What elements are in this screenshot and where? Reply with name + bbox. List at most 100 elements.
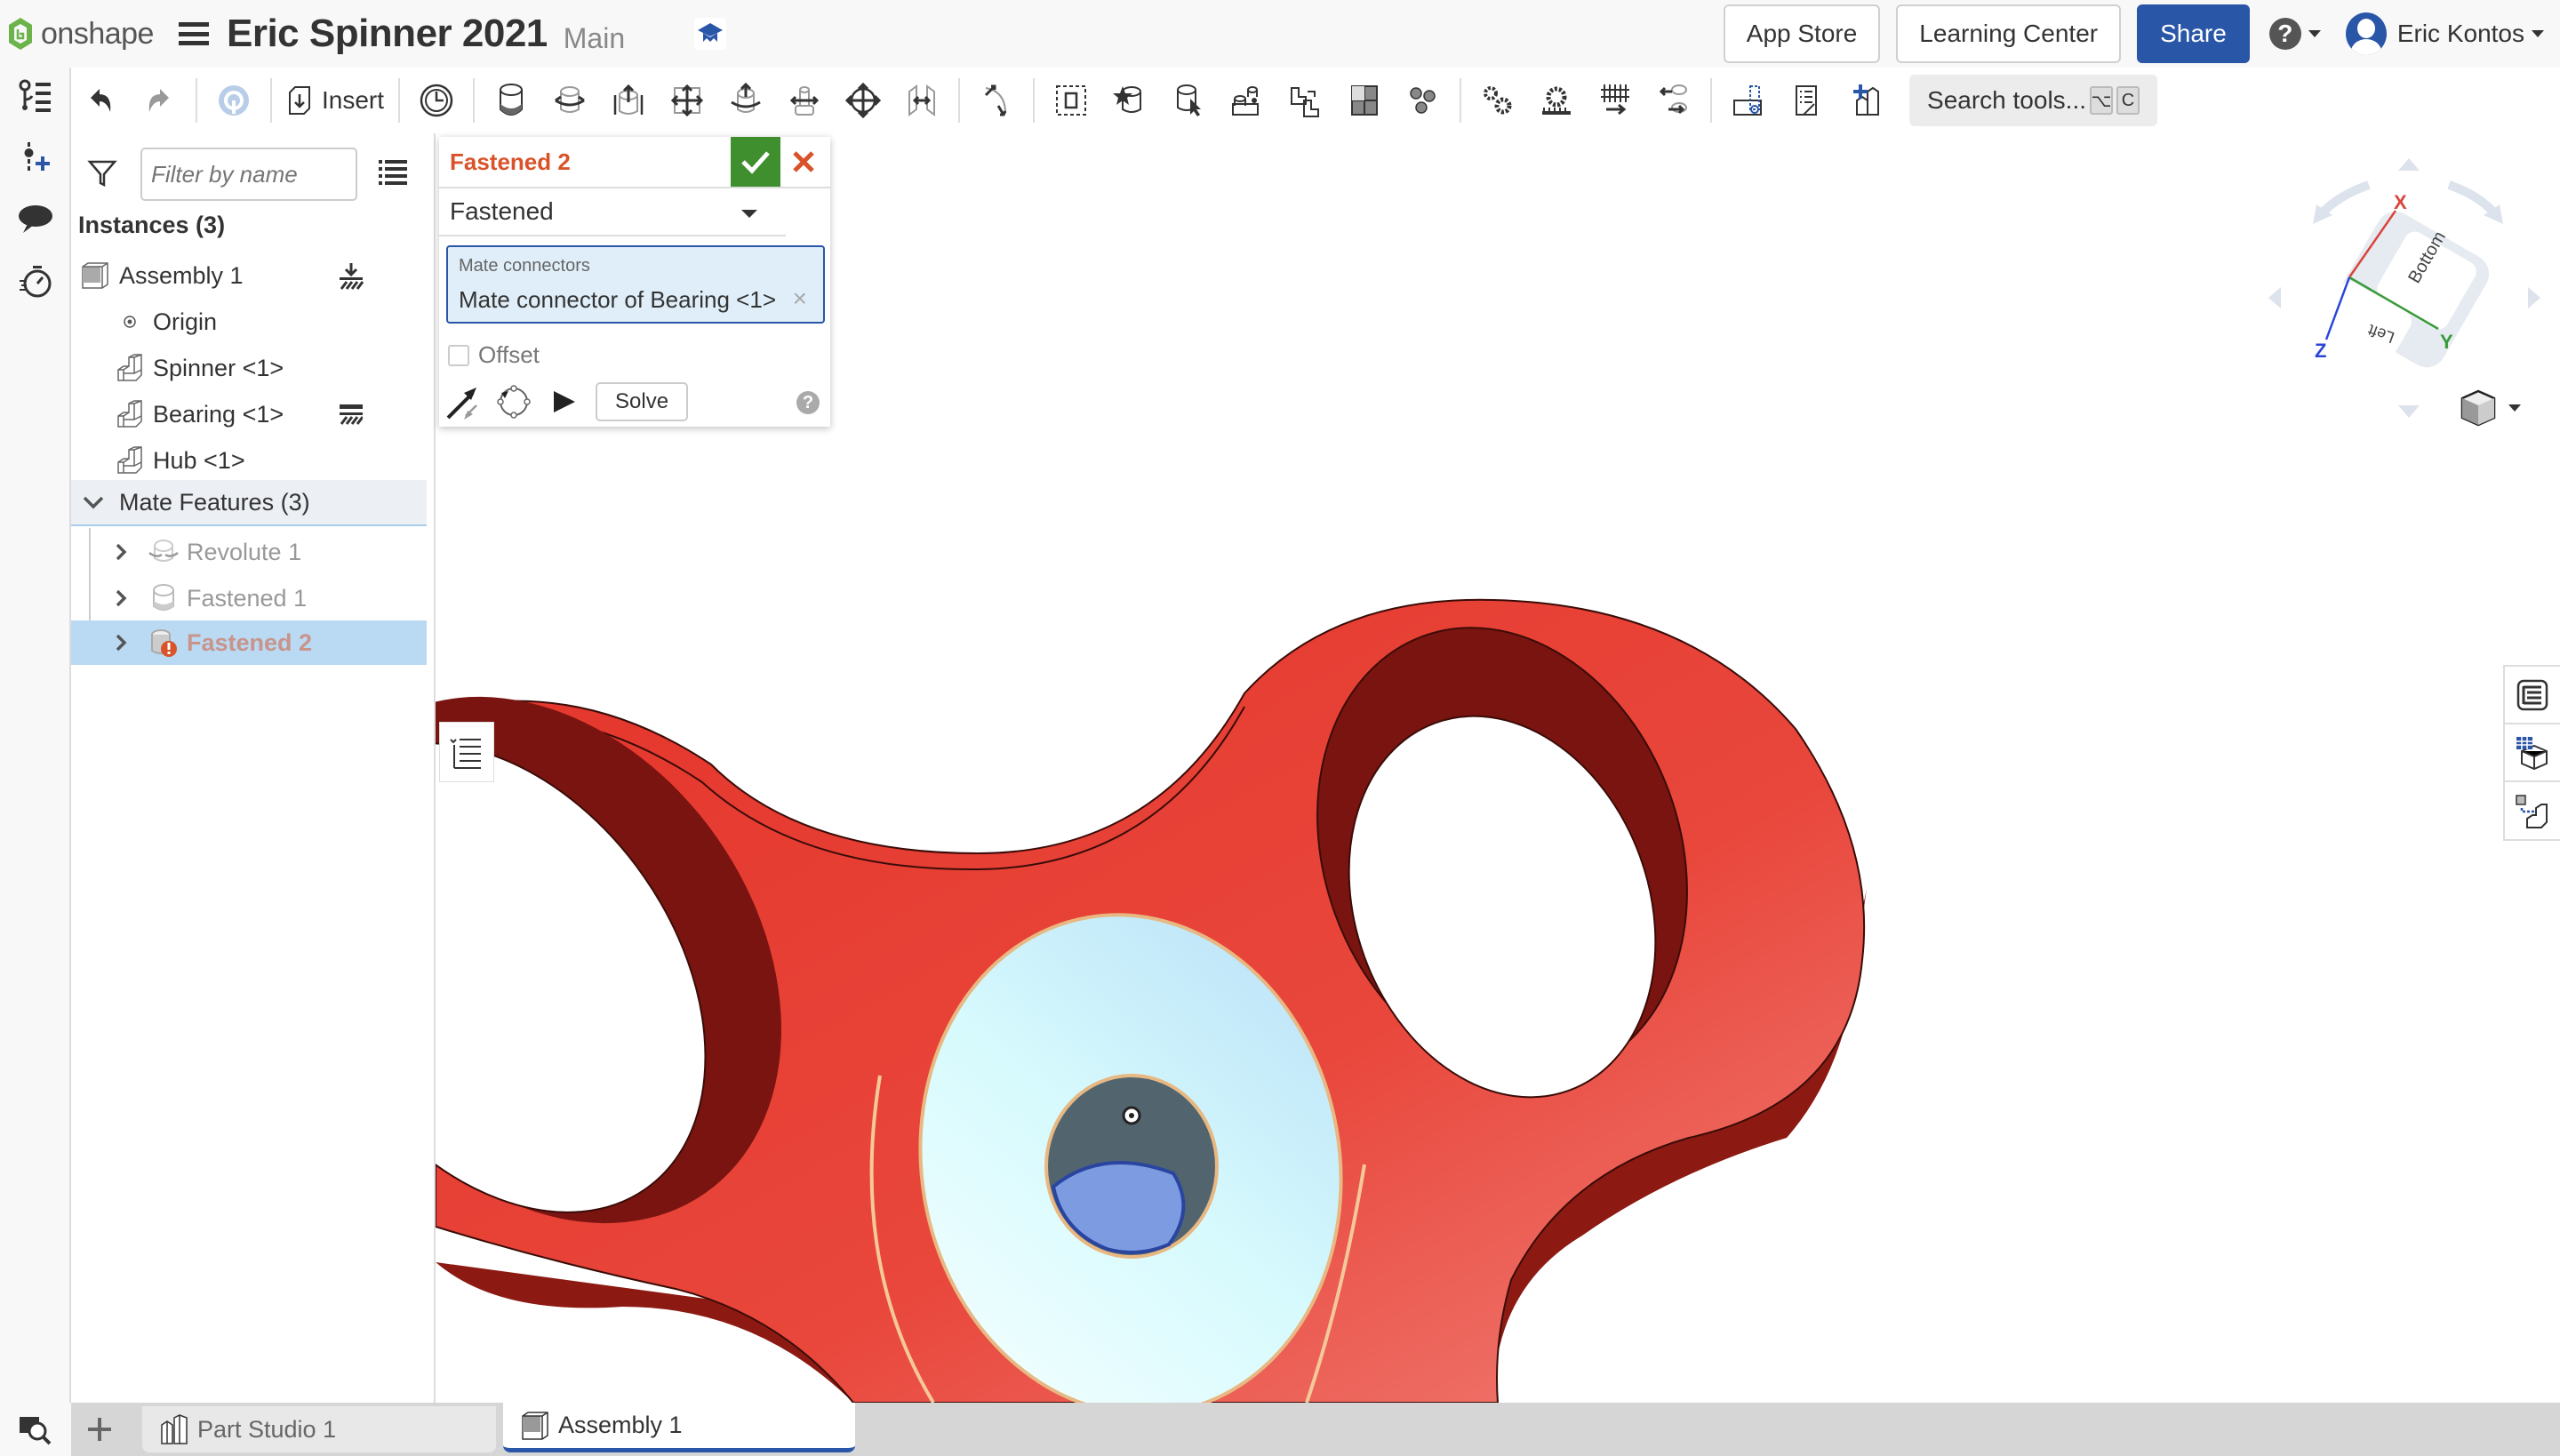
mate-connector-icon[interactable] [1105, 76, 1155, 125]
onshape-logo[interactable]: onshape [7, 17, 154, 52]
instance-label: Origin [153, 308, 218, 335]
named-positions-icon[interactable] [412, 76, 461, 125]
explode-icon[interactable] [1281, 76, 1331, 125]
feature-list-icon[interactable] [16, 76, 55, 116]
insert-part-icon[interactable] [1841, 76, 1891, 125]
document-title[interactable]: Eric Spinner 2021 [227, 12, 548, 56]
insert-button[interactable]: Insert [286, 85, 384, 116]
revolute-mate-icon[interactable] [545, 76, 595, 125]
gear-relation-icon[interactable] [1473, 76, 1523, 125]
mate-connectors-field[interactable]: Mate connectors Mate connector of Bearin… [446, 245, 825, 324]
revolute-mate-icon [148, 537, 180, 567]
search-tools-input[interactable]: Search tools... ⌥ C [1909, 75, 2158, 126]
view-options-menu[interactable] [2460, 389, 2521, 427]
onshape-render-icon[interactable] [209, 76, 259, 125]
performance-icon[interactable] [16, 261, 55, 300]
learning-cap-icon[interactable] [694, 18, 727, 50]
instance-bearing[interactable]: Bearing <1> [71, 391, 436, 437]
checkmark-icon [741, 151, 770, 174]
user-menu[interactable]: Eric Kontos [2345, 12, 2544, 55]
rack-pinion-icon[interactable] [1532, 76, 1581, 125]
screw-relation-icon[interactable] [1590, 76, 1640, 125]
chevron-right-icon[interactable] [110, 632, 132, 653]
chevron-right-icon[interactable] [110, 541, 132, 563]
chevron-down-icon [2308, 30, 2321, 37]
fastened-mate-icon[interactable] [486, 76, 536, 125]
parallel-mate-icon[interactable] [897, 76, 947, 125]
filter-icon[interactable] [87, 158, 117, 193]
slider-mate-icon[interactable] [604, 76, 653, 125]
comments-icon[interactable] [16, 201, 55, 240]
instance-hub[interactable]: Hub <1> [71, 437, 436, 484]
dialog-actions: Solve ? [446, 382, 823, 421]
grounded-icon[interactable] [340, 403, 363, 426]
group-icon[interactable] [1046, 76, 1096, 125]
bom-panel-icon[interactable] [2505, 724, 2560, 782]
pin-slot-mate-icon[interactable] [780, 76, 829, 125]
remove-selection-icon[interactable]: × [793, 284, 807, 313]
tangent-mate-icon[interactable] [972, 76, 1021, 125]
linear-relation-icon[interactable] [1649, 76, 1699, 125]
origin-icon [121, 315, 139, 329]
help-menu[interactable]: ? [2268, 18, 2321, 50]
appearance-panel-icon[interactable] [2505, 667, 2560, 724]
mate-connector-axis-icon[interactable] [1724, 76, 1773, 125]
accept-button[interactable] [731, 137, 780, 187]
outline-toggle-icon[interactable] [439, 722, 494, 782]
help-icon[interactable]: ? [796, 391, 820, 414]
planar-mate-icon[interactable] [662, 76, 712, 125]
branch-name[interactable]: Main [564, 22, 625, 55]
mate-type-select[interactable]: Fastened [439, 188, 786, 236]
offset-checkbox[interactable] [448, 344, 469, 366]
filter-by-name-input[interactable] [140, 148, 357, 201]
mate-feature-fastened-1[interactable]: Fastened 1 [71, 576, 427, 620]
tab-assembly-1[interactable]: Assembly 1 [503, 1403, 855, 1452]
play-animation-icon[interactable] [546, 384, 581, 420]
share-button[interactable]: Share [2137, 4, 2250, 63]
gear-relation-cluster-icon[interactable] [1398, 76, 1448, 125]
instance-origin[interactable]: Origin [71, 299, 436, 345]
chevron-down-icon[interactable] [80, 489, 107, 516]
cylindrical-mate-icon[interactable] [721, 76, 771, 125]
tab-label: Part Studio 1 [197, 1415, 337, 1443]
fixed-icon[interactable] [338, 261, 364, 290]
app-store-button[interactable]: App Store [1723, 4, 1881, 63]
bom-table-icon[interactable] [1340, 76, 1389, 125]
roll-right-arrow [2447, 180, 2500, 219]
user-name: Eric Kontos [2396, 20, 2524, 47]
redo-icon[interactable] [134, 76, 184, 125]
chevron-right-icon[interactable] [110, 588, 132, 609]
learning-center-button[interactable]: Learning Center [1896, 4, 2122, 63]
tab-part-studio-1[interactable]: Part Studio 1 [142, 1406, 496, 1452]
list-view-icon[interactable] [379, 158, 407, 189]
offset-option[interactable]: Offset [448, 341, 540, 369]
shortcut-key: C [2116, 86, 2140, 115]
add-tab-icon[interactable] [82, 1412, 117, 1447]
mate-feature-dialog: Fastened 2 Fastened Mate connectors Mate… [439, 137, 830, 427]
rotate-down-arrow [2398, 405, 2420, 418]
mate-feature-revolute-1[interactable]: Revolute 1 [71, 530, 427, 574]
tab-search-icon[interactable] [0, 1403, 71, 1456]
avatar [2345, 12, 2387, 55]
replicate-icon[interactable] [1164, 76, 1213, 125]
bom-icon[interactable] [1782, 76, 1832, 125]
hamburger-menu-icon[interactable] [178, 22, 209, 45]
flip-primary-axis-icon[interactable] [446, 384, 482, 420]
reorient-secondary-axis-icon[interactable] [496, 384, 532, 420]
x-axis-label: X [2394, 191, 2407, 213]
toolbar-divider [1460, 78, 1462, 123]
mate-features-header[interactable]: Mate Features (3) [71, 480, 427, 526]
ball-mate-icon[interactable] [838, 76, 888, 125]
tab-bar: Part Studio 1 Assembly 1 [0, 1403, 2560, 1456]
cancel-button[interactable] [784, 137, 823, 187]
offset-label: Offset [478, 341, 540, 368]
pattern-icon[interactable] [1222, 76, 1272, 125]
mate-connector-list-icon[interactable] [2505, 782, 2560, 840]
instance-assembly[interactable]: Assembly 1 [71, 252, 436, 299]
undo-icon[interactable] [76, 76, 125, 125]
instance-spinner[interactable]: Spinner <1> [71, 345, 436, 391]
insert-mate-connector-icon[interactable] [16, 139, 55, 178]
toolbar-divider [196, 78, 197, 123]
solve-button[interactable]: Solve [596, 382, 689, 421]
mate-feature-fastened-2[interactable]: Fastened 2 [71, 620, 427, 665]
